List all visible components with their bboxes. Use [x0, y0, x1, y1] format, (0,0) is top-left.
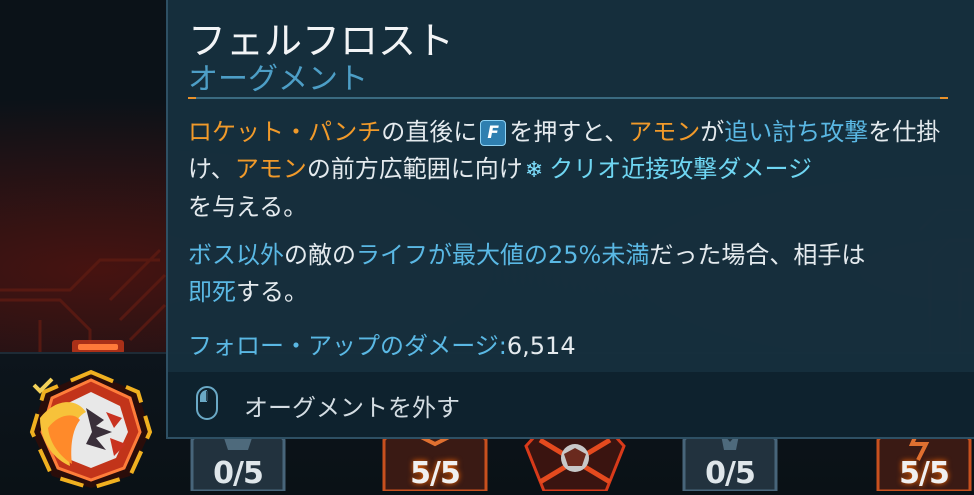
followup-value: 6,514	[506, 332, 576, 360]
followup-label: フォロー・アップのダメージ:	[188, 332, 507, 360]
augment-rank: 5/5	[410, 456, 461, 491]
checkmark-icon	[32, 376, 54, 394]
augment-tooltip: フェルフロスト オーグメント ロケット・パンチの直後に F を押すと、アモンが追い討…	[166, 0, 974, 439]
description-paragraph: ロケット・パンチの直後に F を押すと、アモンが追い討ち攻撃を仕掛け、アモンの前方広…	[188, 114, 948, 226]
augment-slot-selected[interactable]	[26, 368, 156, 491]
augment-rank: 0/5	[213, 456, 264, 491]
text: だった場合、相手は	[649, 241, 866, 269]
text: を与える。	[188, 193, 308, 221]
keyword: クリオ近接攻撃ダメージ	[549, 155, 813, 183]
mouse-right-click-icon	[196, 386, 218, 420]
tooltip-footer: オーグメントを外す	[168, 372, 974, 437]
keyword: ライフが最大値の25%未満	[356, 241, 650, 269]
snowflake-icon: ❄	[524, 158, 544, 183]
keyword: アモン	[628, 118, 701, 146]
text: する。	[236, 278, 308, 306]
augment-type: オーグメント	[188, 62, 368, 97]
keyword: 即死	[188, 278, 236, 306]
keyword: ロケット・パンチ	[188, 118, 382, 146]
text: の敵の	[284, 241, 356, 269]
text: が	[700, 118, 725, 146]
description-paragraph: ボス以外の敵のライフが最大値の25%未満だった場合、相手は即死する。	[188, 237, 948, 311]
augment-rank: 5/5	[899, 456, 950, 491]
remove-augment-action[interactable]: オーグメントを外す	[244, 388, 460, 423]
text: の前方広範囲に向け	[306, 155, 523, 183]
keyword: 追い討ち攻撃	[724, 118, 869, 146]
followup-damage: フォロー・アップのダメージ:6,514	[188, 326, 576, 361]
keyword: ボス以外	[188, 241, 284, 269]
text: を押すと、	[509, 118, 629, 146]
f-key-icon: F	[480, 120, 507, 146]
keyword: アモン	[234, 155, 307, 183]
divider	[188, 97, 948, 99]
text: の直後に	[381, 118, 478, 146]
augment-rank: 0/5	[705, 456, 756, 491]
